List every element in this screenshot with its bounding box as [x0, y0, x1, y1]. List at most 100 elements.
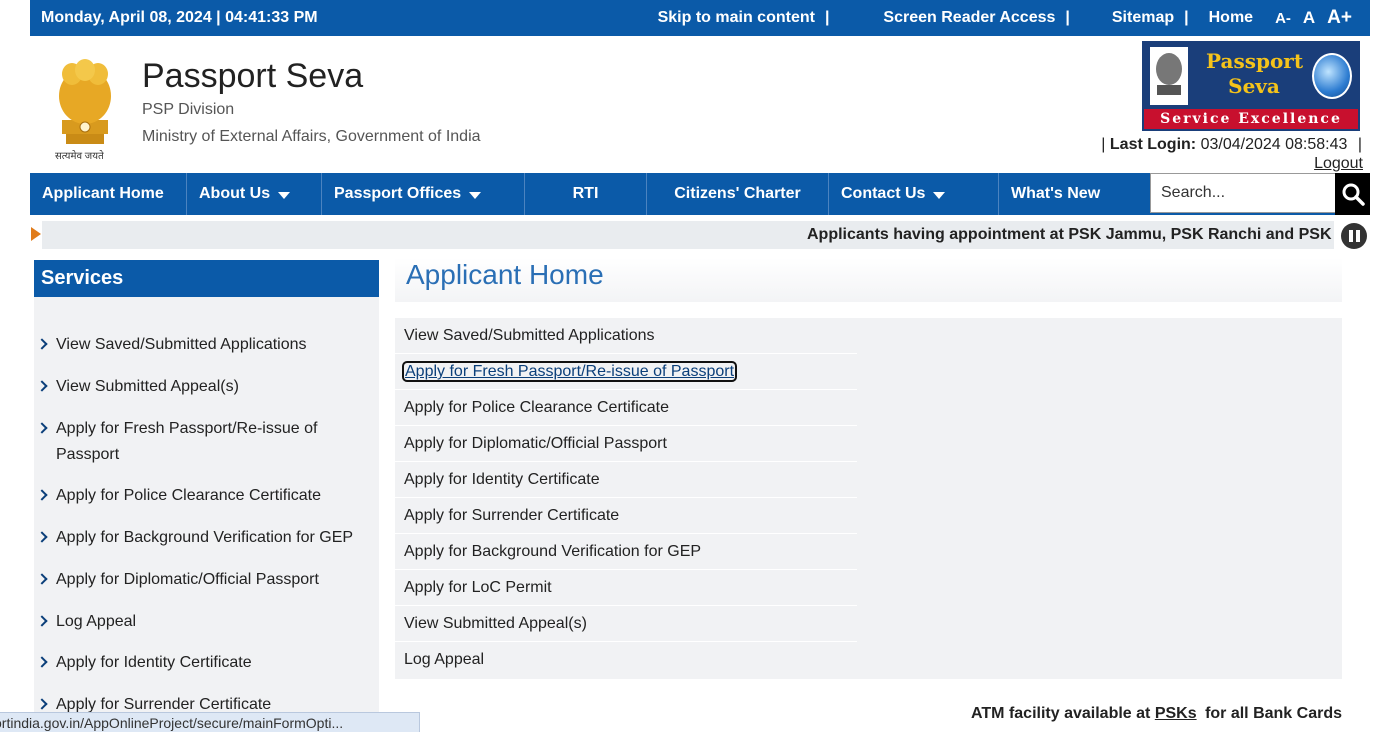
- ticker-arrow-icon: [31, 227, 41, 241]
- chevron-right-icon: [36, 698, 48, 710]
- pause-icon: [1348, 230, 1353, 242]
- news-ticker: Applicants having appointment at PSK Jam…: [42, 221, 1334, 249]
- last-login-value: 03/04/2024 08:58:43: [1200, 136, 1348, 153]
- font-increase-button[interactable]: A+: [1327, 7, 1352, 29]
- logo-emblem-icon: [1150, 47, 1188, 105]
- nav-rti[interactable]: RTI: [525, 173, 647, 215]
- list-item[interactable]: Apply for Identity Certificate: [395, 462, 857, 498]
- chevron-down-icon: [278, 191, 291, 199]
- nav-label: Contact Us: [841, 185, 926, 202]
- chevron-right-icon: [36, 489, 48, 501]
- chevron-right-icon: [36, 338, 48, 350]
- pause-icon: [1355, 230, 1360, 242]
- page-title: Applicant Home: [406, 259, 604, 290]
- last-login: | Last Login: 03/04/2024 08:58:43 |: [1101, 136, 1362, 154]
- nav-label: About Us: [199, 185, 271, 202]
- list-item-label: Apply for LoC Permit: [404, 579, 552, 596]
- emblem-caption: सत्यमेव जयते: [55, 151, 104, 162]
- nav-passport-offices[interactable]: Passport Offices: [322, 173, 525, 215]
- sidebar-item-police-clearance[interactable]: Apply for Police Clearance Certificate: [34, 483, 374, 509]
- list-item[interactable]: Apply for LoC Permit: [395, 570, 857, 606]
- sidebar-item-label: Apply for Fresh Passport/Re-issue of Pas…: [56, 420, 318, 463]
- sidebar-item-view-submitted-appeals[interactable]: View Submitted Appeal(s): [34, 374, 374, 400]
- separator: |: [824, 9, 830, 26]
- list-item[interactable]: View Submitted Appeal(s): [395, 606, 857, 642]
- atm-notice: ATM facility available at PSKs for all B…: [971, 705, 1342, 723]
- sitemap-link[interactable]: Sitemap: [1112, 9, 1174, 27]
- nav-about-us[interactable]: About Us: [187, 173, 322, 215]
- sidebar-item-label: Log Appeal: [56, 613, 137, 630]
- nav-contact-us[interactable]: Contact Us: [829, 173, 999, 215]
- nav-label: Passport Offices: [334, 185, 462, 202]
- current-datetime: Monday, April 08, 2024 | 04:41:33 PM: [41, 9, 318, 26]
- search-input[interactable]: [1150, 173, 1336, 213]
- skip-to-main-link[interactable]: Skip to main content: [658, 9, 815, 27]
- sidebar-item-label: Apply for Background Verification for GE…: [56, 529, 354, 546]
- nav-label: Applicant Home: [42, 185, 164, 202]
- list-item-label: Apply for Background Verification for GE…: [404, 543, 702, 560]
- font-normal-button[interactable]: A: [1303, 8, 1315, 28]
- psks-link[interactable]: PSKs: [1155, 705, 1197, 722]
- list-item-label: Apply for Fresh Passport/Re-issue of Pas…: [401, 361, 738, 382]
- nav-citizens-charter[interactable]: Citizens' Charter: [647, 173, 829, 215]
- sidebar-item-label: Apply for Police Clearance Certificate: [56, 487, 322, 504]
- main-services-list: View Saved/Submitted Applications Apply …: [395, 318, 1342, 679]
- list-item[interactable]: Apply for Surrender Certificate: [395, 498, 857, 534]
- last-login-label: Last Login:: [1109, 136, 1197, 153]
- search-button[interactable]: [1335, 173, 1370, 215]
- ticker-pause-button[interactable]: [1341, 223, 1367, 249]
- nav-whats-new[interactable]: What's New: [999, 173, 1149, 215]
- list-item-label: Apply for Surrender Certificate: [404, 507, 620, 524]
- nav-label: RTI: [572, 185, 599, 202]
- separator: |: [1357, 136, 1362, 153]
- logo-line-2: Seva: [1228, 74, 1280, 98]
- screen-reader-link[interactable]: Screen Reader Access: [883, 9, 1055, 27]
- list-item-label: Apply for Identity Certificate: [404, 471, 600, 488]
- sidebar-item-diplomatic-passport[interactable]: Apply for Diplomatic/Official Passport: [34, 567, 374, 593]
- sidebar-item-background-verification[interactable]: Apply for Background Verification for GE…: [34, 525, 374, 551]
- top-links: Skip to main content | Screen Reader Acc…: [658, 0, 1370, 36]
- division-name: PSP Division: [142, 101, 235, 118]
- top-utility-bar: Monday, April 08, 2024 | 04:41:33 PM Ski…: [30, 0, 1370, 36]
- sidebar-item-log-appeal[interactable]: Log Appeal: [34, 609, 374, 635]
- status-url: ortindia.gov.in/AppOnlineProject/secure/…: [0, 715, 344, 731]
- list-item-label: View Submitted Appeal(s): [404, 615, 587, 632]
- list-item[interactable]: View Saved/Submitted Applications: [395, 318, 857, 354]
- chevron-right-icon: [36, 422, 48, 434]
- national-emblem-icon: सत्यमेव जयते: [52, 56, 118, 162]
- sidebar-item-view-saved-applications[interactable]: View Saved/Submitted Applications: [34, 332, 374, 358]
- list-item[interactable]: Apply for Diplomatic/Official Passport: [395, 426, 857, 462]
- list-item[interactable]: Apply for Police Clearance Certificate: [395, 390, 857, 426]
- home-link[interactable]: Home: [1209, 9, 1253, 27]
- font-decrease-button[interactable]: A-: [1275, 10, 1291, 27]
- main-header: Applicant Home: [395, 258, 1342, 302]
- ticker-text[interactable]: Applicants having appointment at PSK Jam…: [807, 226, 1332, 244]
- logo-line-1: Passport: [1206, 49, 1304, 73]
- passport-seva-logo: Passport Seva Service Excellence: [1142, 41, 1360, 131]
- site-title: Passport Seva: [142, 57, 364, 95]
- list-item-label: Log Appeal: [404, 651, 485, 668]
- list-item[interactable]: Log Appeal: [395, 642, 857, 678]
- list-item-label: Apply for Police Clearance Certificate: [404, 399, 670, 416]
- chevron-down-icon: [469, 191, 482, 199]
- search-icon: [1342, 183, 1365, 206]
- logo-band: Service Excellence: [1144, 109, 1358, 129]
- list-item-label: Apply for Diplomatic/Official Passport: [404, 435, 667, 452]
- list-item[interactable]: Apply for Background Verification for GE…: [395, 534, 857, 570]
- sidebar-heading: Services: [34, 260, 379, 297]
- link-status-bar: ortindia.gov.in/AppOnlineProject/secure/…: [0, 712, 420, 732]
- logout-link[interactable]: Logout: [1314, 155, 1363, 173]
- sidebar-item-label: Apply for Diplomatic/Official Passport: [56, 571, 319, 588]
- sidebar-item-label: View Saved/Submitted Applications: [56, 336, 307, 353]
- services-sidebar: Services View Saved/Submitted Applicatio…: [34, 260, 379, 732]
- sidebar-item-identity-certificate[interactable]: Apply for Identity Certificate: [34, 650, 374, 676]
- separator: |: [1101, 136, 1106, 153]
- chevron-down-icon: [933, 191, 946, 199]
- chevron-right-icon: [36, 531, 48, 543]
- sidebar-item-fresh-passport[interactable]: Apply for Fresh Passport/Re-issue of Pas…: [34, 416, 374, 468]
- nav-label: What's New: [1011, 185, 1101, 202]
- separator: |: [1184, 9, 1189, 26]
- chevron-right-icon: [36, 656, 48, 668]
- list-item[interactable]: Apply for Fresh Passport/Re-issue of Pas…: [395, 354, 857, 390]
- nav-applicant-home[interactable]: Applicant Home: [30, 173, 187, 215]
